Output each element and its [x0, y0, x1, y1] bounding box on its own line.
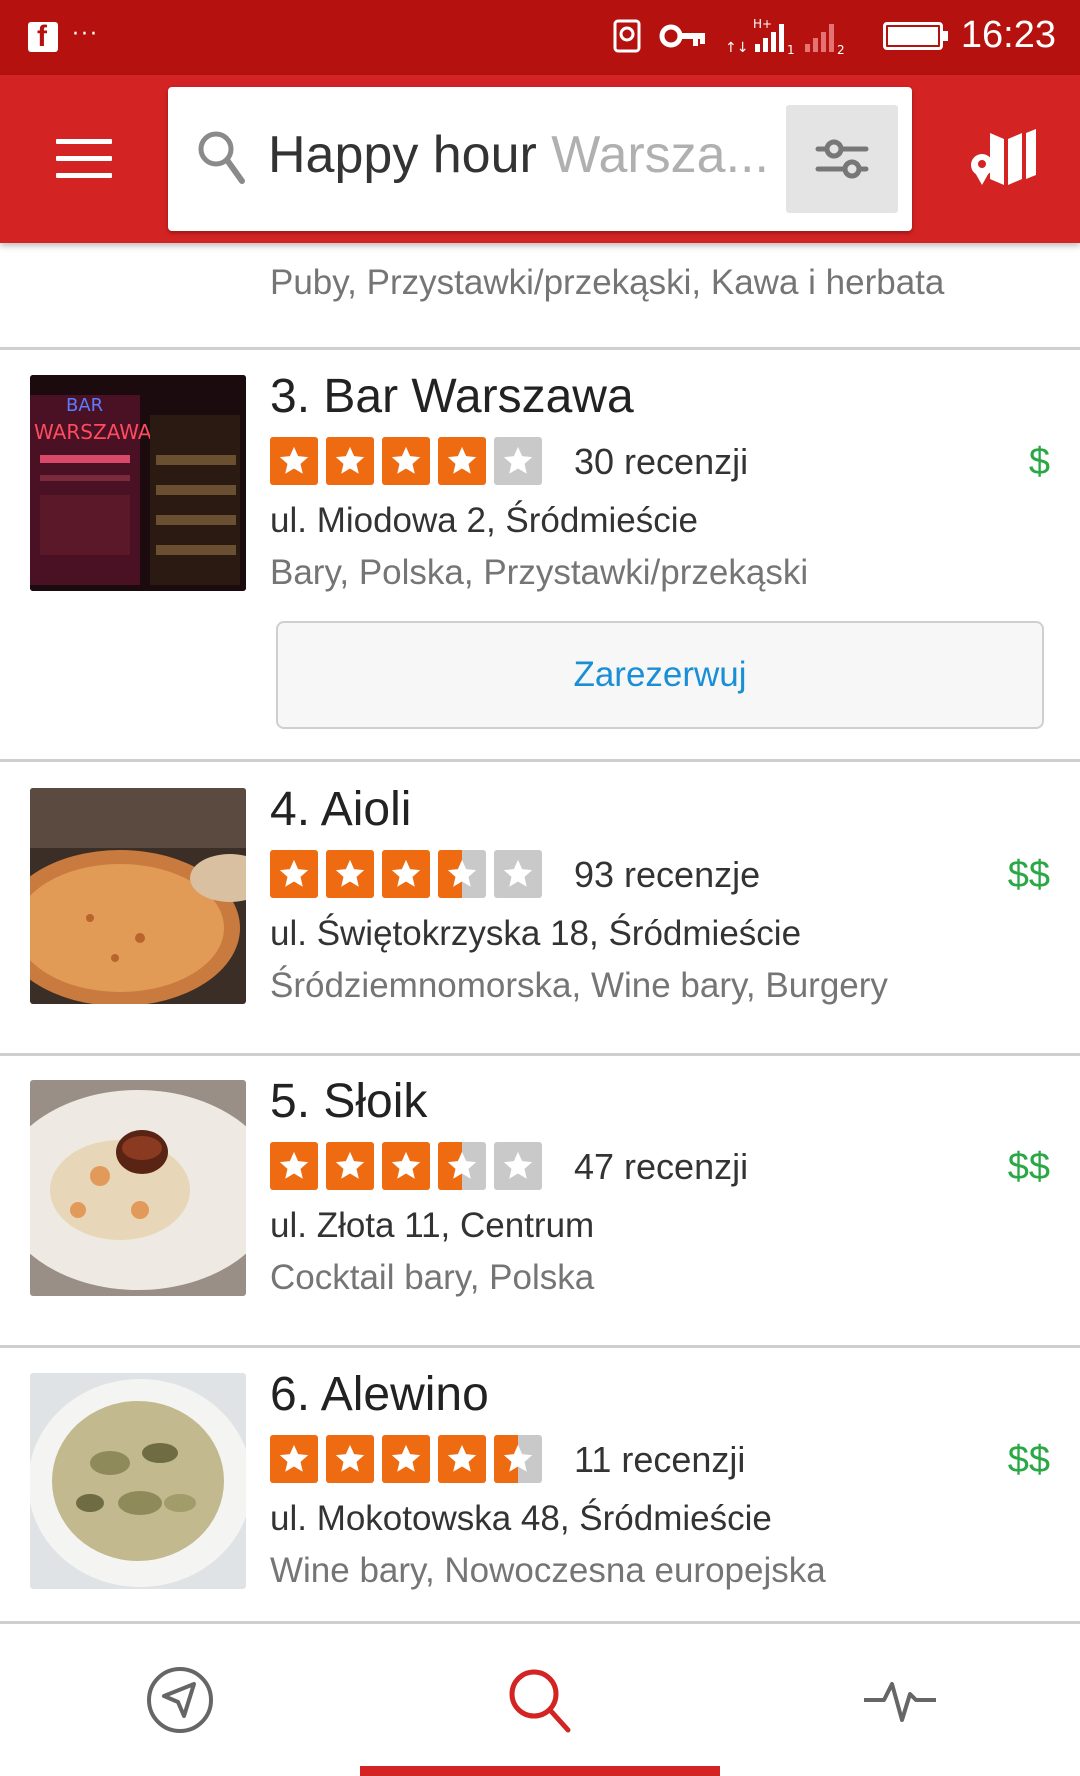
hamburger-line: [56, 173, 112, 178]
review-count: 93 recenzje: [574, 854, 761, 895]
bar-photo-image: BAR WARSZAWA: [30, 375, 246, 591]
divider: [0, 1345, 1080, 1348]
business-photo[interactable]: [30, 1373, 246, 1589]
star-icon: [494, 850, 542, 898]
rating-stars: [270, 1142, 542, 1190]
hamburger-line: [56, 156, 112, 161]
divider: [0, 759, 1080, 762]
divider: [0, 1053, 1080, 1056]
review-count: 47 recenzji: [574, 1146, 749, 1187]
search-location: Warsza...: [551, 126, 769, 184]
status-bar-left: ···: [28, 20, 99, 54]
screenshot-icon: [613, 19, 641, 52]
business-address: ul. Świętokrzyska 18, Śródmieście: [270, 914, 802, 953]
review-count: 11 recenzji: [574, 1439, 746, 1480]
star-icon: [270, 850, 318, 898]
pizza-photo-image: [30, 788, 246, 1004]
review-count: 30 recenzji: [574, 441, 749, 482]
star-icon: [438, 437, 486, 485]
star-icon: [438, 1435, 486, 1483]
business-categories: Cocktail bary, Polska: [270, 1258, 595, 1297]
app-bar: Happy hour Warsza...: [0, 75, 1080, 243]
menu-button[interactable]: [56, 139, 112, 179]
active-tab-indicator: [360, 1766, 720, 1776]
status-bar: ··· ↑↓ H+ 1 2 16:23: [0, 0, 1080, 75]
price-range: $$: [1007, 1146, 1050, 1188]
price-range: $$: [1007, 1439, 1050, 1481]
nearby-icon[interactable]: [140, 1660, 220, 1740]
rating-stars: [270, 850, 542, 898]
star-icon: [382, 437, 430, 485]
map-icon[interactable]: [968, 127, 1038, 187]
status-bar-right: ↑↓ H+ 1 2 16:23: [613, 14, 1056, 57]
hamburger-icon: [56, 139, 112, 144]
filter-icon: [815, 139, 869, 179]
svg-text:1: 1: [787, 43, 795, 56]
search-icon: [198, 131, 245, 184]
star-icon: [494, 437, 542, 485]
partial-item-categories: Puby, Przystawki/przekąski, Kawa i herba…: [270, 263, 945, 302]
business-title[interactable]: 4. Aioli: [270, 782, 411, 837]
business-categories: Wine bary, Nowoczesna europejska: [270, 1551, 826, 1590]
business-address: ul. Mokotowska 48, Śródmieście: [270, 1499, 772, 1538]
star-icon: [326, 1142, 374, 1190]
search-bar[interactable]: Happy hour Warsza...: [168, 87, 912, 231]
star-icon: [326, 437, 374, 485]
bottom-navigation: [0, 1621, 1080, 1776]
star-icon: [270, 437, 318, 485]
business-categories: Bary, Polska, Przystawki/przekąski: [270, 553, 809, 592]
business-photo[interactable]: [30, 788, 246, 1004]
star-icon: [438, 1142, 486, 1190]
price-range: $$: [1007, 854, 1050, 896]
svg-text:WARSZAWA: WARSZAWA: [34, 420, 152, 444]
key-icon: [659, 24, 705, 47]
svg-text:2: 2: [837, 43, 845, 56]
business-title[interactable]: 5. Słoik: [270, 1074, 427, 1129]
filter-button[interactable]: [786, 105, 898, 213]
status-time: 16:23: [960, 14, 1056, 56]
dish-photo-image: [30, 1373, 246, 1589]
activity-icon[interactable]: [860, 1660, 940, 1740]
rating-stars: [270, 1435, 542, 1483]
search-term: Happy hour: [268, 126, 537, 184]
more-dots-icon: ···: [72, 21, 99, 47]
signal-icon: ↑↓ H+ 1 2: [725, 17, 845, 56]
star-icon: [494, 1435, 542, 1483]
svg-text:H+: H+: [753, 17, 772, 31]
search-icon[interactable]: [500, 1660, 580, 1740]
star-icon: [270, 1435, 318, 1483]
star-icon: [382, 850, 430, 898]
star-icon: [382, 1435, 430, 1483]
star-icon: [326, 1435, 374, 1483]
star-icon: [438, 850, 486, 898]
star-icon: [326, 850, 374, 898]
battery-icon: [882, 21, 948, 50]
business-photo[interactable]: [30, 1080, 246, 1296]
svg-text:↑↓: ↑↓: [725, 40, 748, 56]
divider: [0, 347, 1080, 350]
star-icon: [494, 1142, 542, 1190]
business-photo[interactable]: BAR WARSZAWA: [30, 375, 246, 591]
star-icon: [382, 1142, 430, 1190]
results-list[interactable]: Puby, Przystawki/przekąski, Kawa i herba…: [0, 243, 1080, 1621]
business-title[interactable]: 3. Bar Warszawa: [270, 369, 634, 424]
reserve-button[interactable]: Zarezerwuj: [276, 621, 1044, 729]
business-address: ul. Złota 11, Centrum: [270, 1206, 595, 1245]
facebook-icon: [28, 20, 58, 54]
food-photo-image: [30, 1080, 246, 1296]
business-address: ul. Miodowa 2, Śródmieście: [270, 501, 698, 540]
rating-stars: [270, 437, 542, 485]
business-title[interactable]: 6. Alewino: [270, 1367, 489, 1422]
search-query[interactable]: Happy hour Warsza...: [268, 125, 778, 185]
star-icon: [270, 1142, 318, 1190]
price-range: $: [1028, 441, 1050, 483]
svg-text:BAR: BAR: [66, 395, 103, 416]
business-categories: Śródziemnomorska, Wine bary, Burgery: [270, 966, 888, 1005]
